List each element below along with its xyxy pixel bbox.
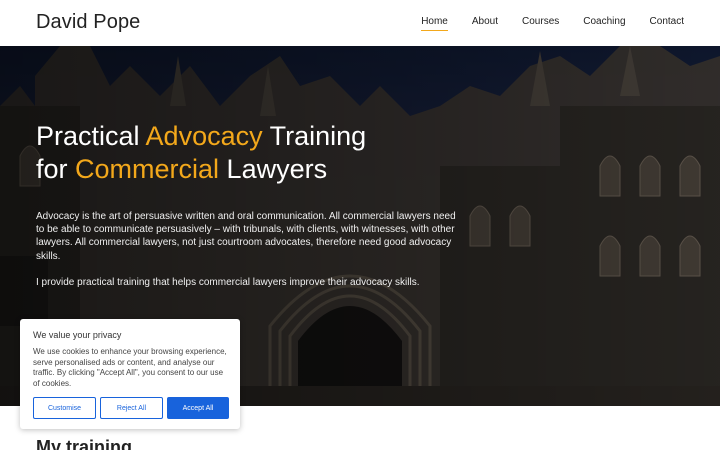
cookie-consent-banner: We value your privacy We use cookies to … (20, 319, 240, 429)
intro-paragraph-2: I provide practical training that helps … (36, 276, 420, 288)
nav-coaching[interactable]: Coaching (583, 16, 625, 29)
cookie-actions: Customise Reject All Accept All (33, 397, 229, 419)
headline-highlight-commercial: Commercial (75, 154, 220, 184)
reject-all-button[interactable]: Reject All (100, 397, 163, 419)
section-title-my-training: My training (36, 437, 133, 450)
main-nav: Home About Courses Coaching Contact (397, 16, 684, 31)
site-logo-text[interactable]: David Pope (36, 11, 140, 34)
nav-contact[interactable]: Contact (650, 16, 684, 29)
customise-button[interactable]: Customise (33, 397, 96, 419)
headline-text: Training (262, 121, 367, 151)
nav-courses[interactable]: Courses (522, 16, 559, 29)
nav-about[interactable]: About (472, 16, 498, 29)
headline-text: Practical (36, 121, 146, 151)
headline-highlight-advocacy: Advocacy (145, 121, 263, 151)
cookie-title: We value your privacy (33, 330, 122, 340)
headline-text: for (36, 154, 76, 184)
nav-home[interactable]: Home (421, 16, 448, 31)
cookie-description: We use cookies to enhance your browsing … (33, 347, 227, 388)
intro-paragraph-1: Advocacy is the art of persuasive writte… (36, 211, 456, 262)
accept-all-button[interactable]: Accept All (167, 397, 229, 419)
site-header: David Pope Home About Courses Coaching C… (0, 0, 720, 46)
hero-headline: Practical Advocacy Training for Commerci… (36, 120, 476, 186)
headline-text: Lawyers (219, 154, 328, 184)
hero-intro: Advocacy is the art of persuasive writte… (36, 210, 456, 302)
